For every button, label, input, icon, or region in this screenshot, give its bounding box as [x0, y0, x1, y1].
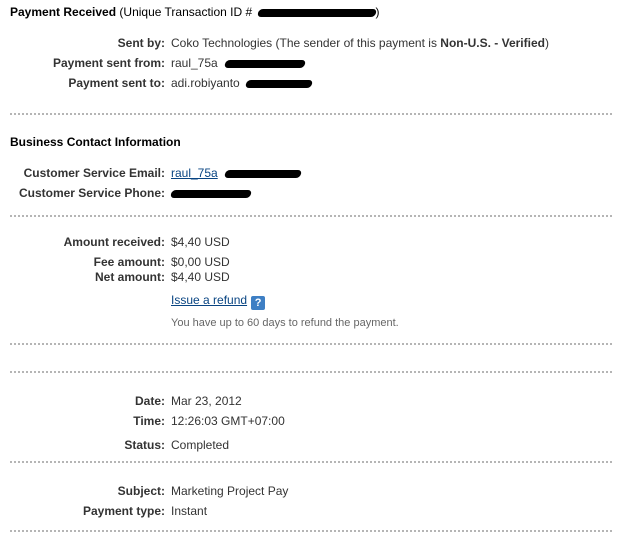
payment-type-label: Payment type:	[82, 504, 165, 518]
amount-received-label: Amount received:	[63, 235, 165, 249]
sent-from-redaction	[223, 60, 307, 68]
sender-note-prefix: (The sender of this payment is	[275, 36, 441, 50]
divider	[10, 343, 612, 345]
subject-value: Marketing Project Pay	[171, 484, 289, 498]
amount-received-value: $4,40 USD	[171, 235, 230, 249]
status-label: Status:	[124, 438, 165, 452]
fee-amount-label: Fee amount:	[93, 255, 165, 269]
date-value: Mar 23, 2012	[171, 394, 242, 408]
subject-label: Subject:	[117, 484, 165, 498]
refund-row: Issue a refund?	[171, 293, 266, 310]
business-contact-heading: Business Contact Information	[10, 135, 181, 149]
net-amount-value: $4,40 USD	[171, 270, 230, 284]
date-label: Date:	[134, 394, 165, 408]
transaction-id-redaction	[256, 9, 378, 17]
divider	[10, 113, 612, 115]
transaction-id-prefix: (Unique Transaction ID #	[119, 5, 253, 19]
service-email-redaction	[223, 170, 303, 178]
sent-by-value: Coko Technologies (The sender of this pa…	[171, 36, 549, 50]
sender-verification-status: Non-U.S. - Verified	[440, 36, 545, 50]
issue-refund-link[interactable]: Issue a refund	[171, 293, 247, 307]
service-email-label: Customer Service Email:	[23, 166, 165, 180]
time-value: 12:26:03 GMT+07:00	[171, 414, 285, 428]
fee-amount-value: $0,00 USD	[171, 255, 230, 269]
divider	[10, 371, 612, 373]
sent-by-label: Sent by:	[117, 36, 165, 50]
sender-name: Coko Technologies	[171, 36, 273, 50]
service-phone-label: Customer Service Phone:	[18, 186, 165, 200]
service-phone-redaction	[169, 190, 253, 198]
sent-to-value: adi.robiyanto	[171, 76, 240, 90]
status-value: Completed	[171, 438, 230, 452]
help-icon[interactable]: ?	[251, 296, 266, 310]
time-label: Time:	[133, 414, 165, 428]
sent-to-label: Payment sent to:	[68, 76, 165, 90]
payment-type-value: Instant	[171, 504, 208, 518]
sent-from-value: raul_75a	[171, 56, 218, 70]
page-title: Payment Received	[10, 5, 117, 19]
sender-note-suffix: )	[544, 36, 549, 50]
divider	[10, 461, 612, 463]
divider	[10, 530, 612, 532]
net-amount-label: Net amount:	[95, 270, 165, 284]
sent-to-redaction	[244, 80, 314, 88]
sent-from-label: Payment sent from:	[52, 56, 165, 70]
refund-hint: You have up to 60 days to refund the pay…	[171, 317, 399, 329]
divider	[10, 215, 612, 217]
